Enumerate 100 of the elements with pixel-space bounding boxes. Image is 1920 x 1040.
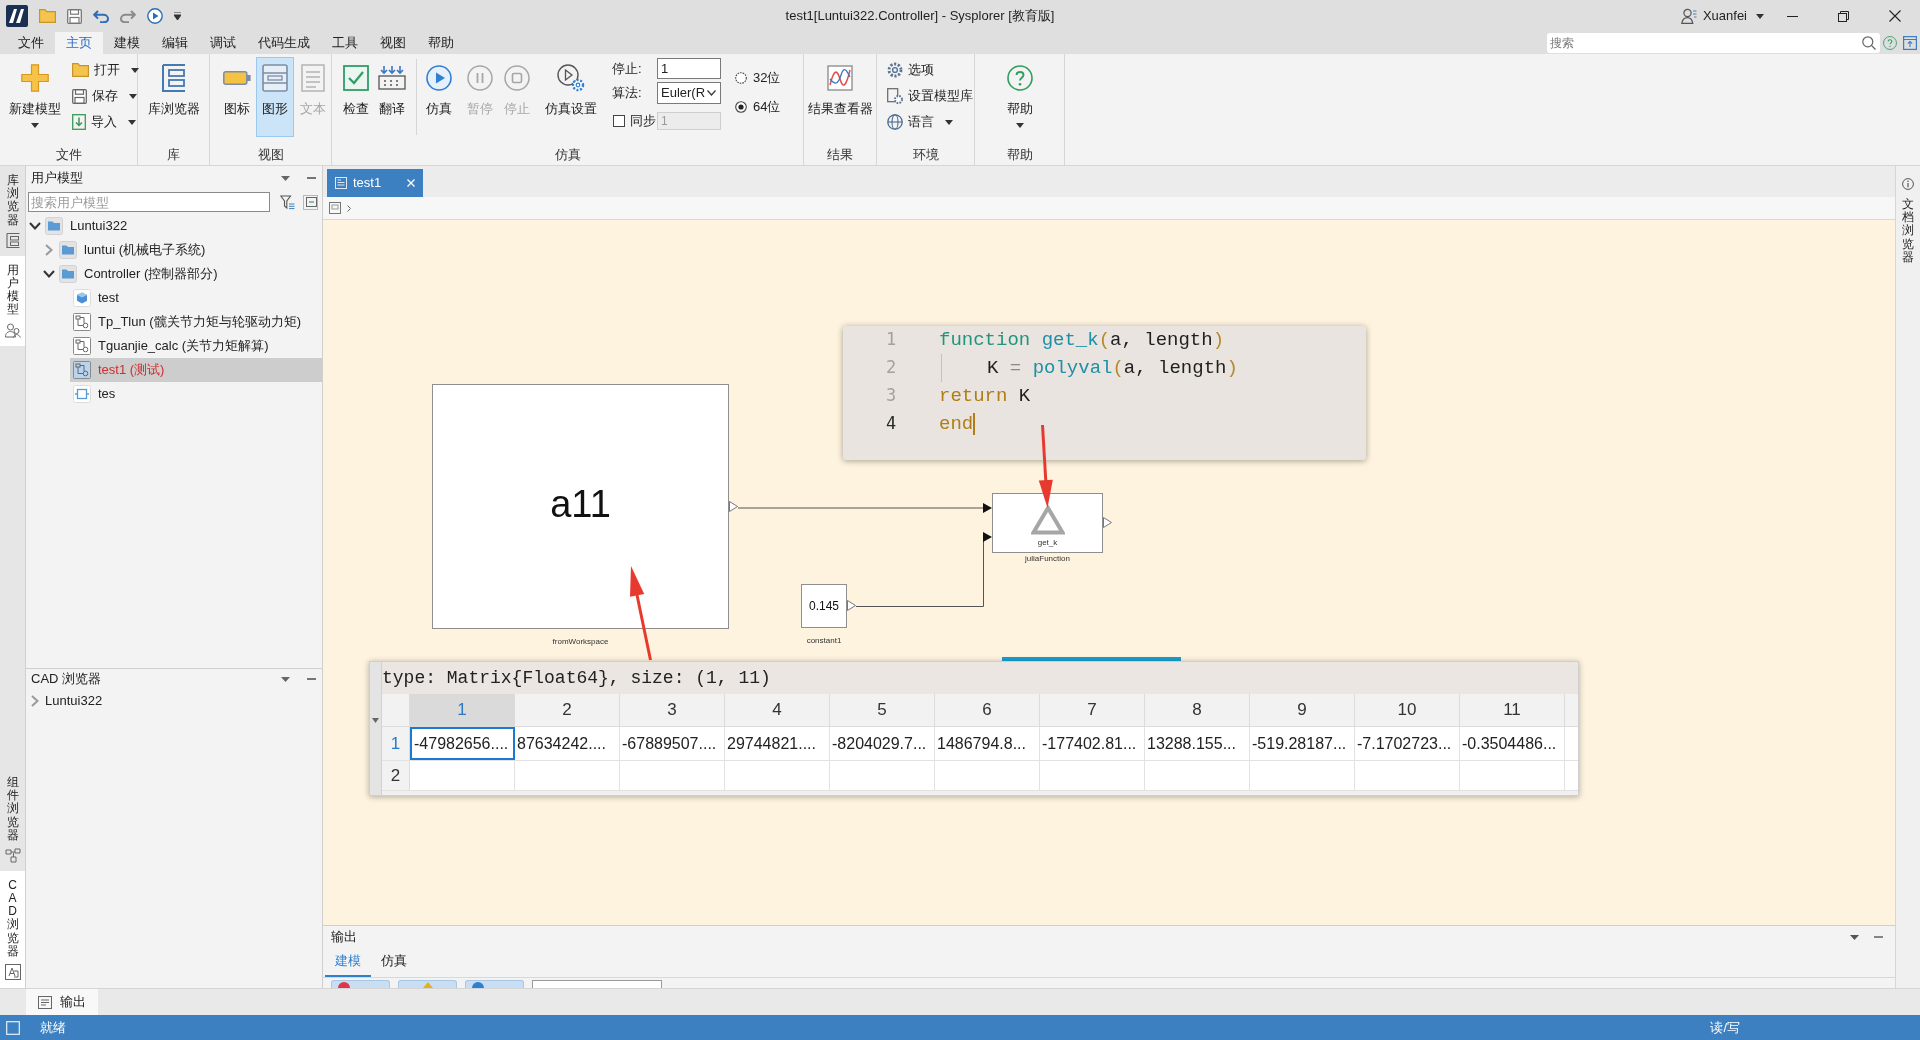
document-tab[interactable]: test1 bbox=[327, 169, 423, 197]
column-header[interactable]: 6 bbox=[935, 694, 1040, 726]
undo-icon[interactable] bbox=[93, 9, 109, 23]
bottom-tab[interactable]: 输出 bbox=[26, 989, 98, 1015]
column-header[interactable]: 11 bbox=[1460, 694, 1565, 726]
column-header[interactable]: 4 bbox=[725, 694, 830, 726]
app-logo[interactable] bbox=[6, 5, 28, 27]
tree-item[interactable]: Tguanjie_calc (关节力矩解算) bbox=[70, 334, 322, 358]
ribbon-button[interactable]: 设置模型库 bbox=[887, 83, 973, 109]
table-cell[interactable]: -8204029.7... bbox=[830, 727, 935, 760]
redo-icon[interactable] bbox=[120, 9, 136, 23]
result-viewer-button[interactable]: 结果查看器 bbox=[805, 57, 875, 137]
chevron-down-icon[interactable] bbox=[43, 270, 55, 278]
tree-item[interactable]: Tp_Tlun (髋关节力矩与轮驱动力矩) bbox=[70, 310, 322, 334]
tree-item[interactable]: tes bbox=[70, 382, 322, 406]
table-cell[interactable]: -0.3504486... bbox=[1460, 727, 1565, 760]
user-name[interactable]: Xuanfei bbox=[1702, 6, 1747, 26]
tree-item[interactable]: Controller (控制器部分) bbox=[56, 262, 322, 286]
ribbon-button[interactable]: 导入 bbox=[72, 109, 139, 135]
view-button[interactable]: 图标 bbox=[218, 57, 256, 137]
check-button[interactable]: 检查 bbox=[338, 57, 374, 137]
filter-icon[interactable] bbox=[280, 194, 295, 210]
menu-tab[interactable]: 帮助 bbox=[417, 32, 465, 54]
new-model-button[interactable]: 新建模型 bbox=[4, 57, 66, 137]
table-cell[interactable]: -519.28187... bbox=[1250, 727, 1355, 760]
input-field[interactable] bbox=[532, 980, 662, 988]
side-tab[interactable]: 文档浏览器 bbox=[1896, 190, 1920, 272]
caret-icon[interactable] bbox=[281, 175, 290, 181]
save-icon[interactable] bbox=[67, 8, 82, 24]
panel-tab[interactable]: 建模 bbox=[325, 947, 371, 977]
close-icon[interactable] bbox=[407, 179, 415, 187]
table-cell[interactable]: -67889507.... bbox=[620, 727, 725, 760]
upload-icon[interactable] bbox=[1903, 35, 1917, 50]
table-cell[interactable]: 1486794.8... bbox=[935, 727, 1040, 760]
caret-icon[interactable] bbox=[1850, 934, 1859, 940]
caret-icon[interactable] bbox=[174, 12, 181, 20]
row-header[interactable]: 2 bbox=[382, 761, 410, 790]
checkbox[interactable] bbox=[613, 115, 625, 127]
column-header[interactable]: 9 bbox=[1250, 694, 1355, 726]
ribbon-button[interactable]: 打开 bbox=[72, 57, 139, 83]
column-header[interactable]: 2 bbox=[515, 694, 620, 726]
table-cell[interactable]: -47982656.... bbox=[410, 727, 515, 760]
search-field[interactable]: 搜索用户模型 bbox=[28, 192, 270, 212]
radio-label: 64位 bbox=[753, 98, 781, 117]
chevron-right-icon[interactable] bbox=[31, 695, 39, 707]
ribbon-button[interactable]: 保存 bbox=[72, 83, 139, 109]
table-cell[interactable]: 87634242.... bbox=[515, 727, 620, 760]
caret-icon[interactable] bbox=[281, 676, 290, 682]
page-icon[interactable] bbox=[329, 202, 341, 214]
menu-tab[interactable]: 编辑 bbox=[151, 32, 199, 54]
table-cell[interactable]: -177402.81... bbox=[1040, 727, 1145, 760]
algorithm-select[interactable]: Euler(R bbox=[657, 82, 721, 104]
tree-item[interactable]: test bbox=[70, 286, 322, 310]
table-cell[interactable]: 13288.155... bbox=[1145, 727, 1250, 760]
panel-tab[interactable]: 仿真 bbox=[371, 947, 417, 977]
diagram-block[interactable]: 0.145 bbox=[801, 584, 847, 628]
play-icon[interactable] bbox=[147, 8, 163, 24]
simulation-settings-button[interactable]: 仿真设置 bbox=[541, 57, 601, 137]
row-header[interactable]: 1 bbox=[382, 727, 410, 760]
column-header[interactable]: 8 bbox=[1145, 694, 1250, 726]
stop-time-field[interactable]: 1 bbox=[657, 58, 721, 79]
chevron-down-icon[interactable] bbox=[29, 222, 41, 230]
menu-tab[interactable]: 视图 bbox=[369, 32, 417, 54]
menu-tab[interactable]: 工具 bbox=[321, 32, 369, 54]
side-tab[interactable]: 用户模型 bbox=[0, 255, 25, 346]
menu-tab[interactable]: 主页 bbox=[55, 32, 103, 54]
diagram-block[interactable]: get_k bbox=[992, 493, 1103, 553]
column-header[interactable]: 3 bbox=[620, 694, 725, 726]
search-field[interactable]: 搜索 bbox=[1547, 32, 1880, 53]
menu-tab[interactable]: 代码生成 bbox=[247, 32, 321, 54]
chevron-right-icon[interactable] bbox=[45, 244, 53, 256]
menu-tab[interactable]: 调试 bbox=[199, 32, 247, 54]
column-header[interactable]: 10 bbox=[1355, 694, 1460, 726]
library-browser-button[interactable]: 库浏览器 bbox=[141, 57, 206, 137]
diagram-block[interactable]: a11 bbox=[432, 384, 729, 629]
info-icon[interactable] bbox=[1902, 178, 1914, 190]
folder-icon[interactable] bbox=[39, 9, 56, 23]
ribbon-button[interactable]: 选项 bbox=[887, 57, 973, 83]
tree-item[interactable]: luntui (机械电子系统) bbox=[56, 238, 322, 262]
ribbon-button[interactable]: 语言 bbox=[887, 109, 973, 135]
side-tab[interactable]: 库浏览器 bbox=[0, 166, 25, 256]
translate-button[interactable]: 翻译 bbox=[374, 57, 410, 137]
collapse-all-icon[interactable] bbox=[303, 194, 318, 210]
chevron-right-icon[interactable] bbox=[347, 204, 351, 212]
table-cell[interactable]: 29744821.... bbox=[725, 727, 830, 760]
menu-tab[interactable]: 建模 bbox=[103, 32, 151, 54]
radio-button[interactable] bbox=[735, 72, 747, 84]
tree-item[interactable]: Luntui322 bbox=[42, 214, 322, 238]
view-button[interactable]: 图形 bbox=[256, 57, 294, 137]
column-header[interactable]: 5 bbox=[830, 694, 935, 726]
column-header[interactable]: 7 bbox=[1040, 694, 1145, 726]
side-tab[interactable]: CAD 浏览器 bbox=[0, 870, 25, 988]
table-cell[interactable]: -7.1702723... bbox=[1355, 727, 1460, 760]
help-button[interactable]: 帮助 bbox=[997, 57, 1042, 137]
tree-item[interactable]: Luntui322 bbox=[42, 689, 322, 713]
side-tab[interactable]: 组件浏览器 bbox=[0, 767, 25, 871]
radio-button[interactable] bbox=[735, 101, 747, 113]
run-control-button[interactable]: 仿真 bbox=[421, 57, 457, 137]
caret-icon[interactable] bbox=[372, 718, 379, 723]
menu-tab[interactable]: 文件 bbox=[7, 32, 55, 54]
